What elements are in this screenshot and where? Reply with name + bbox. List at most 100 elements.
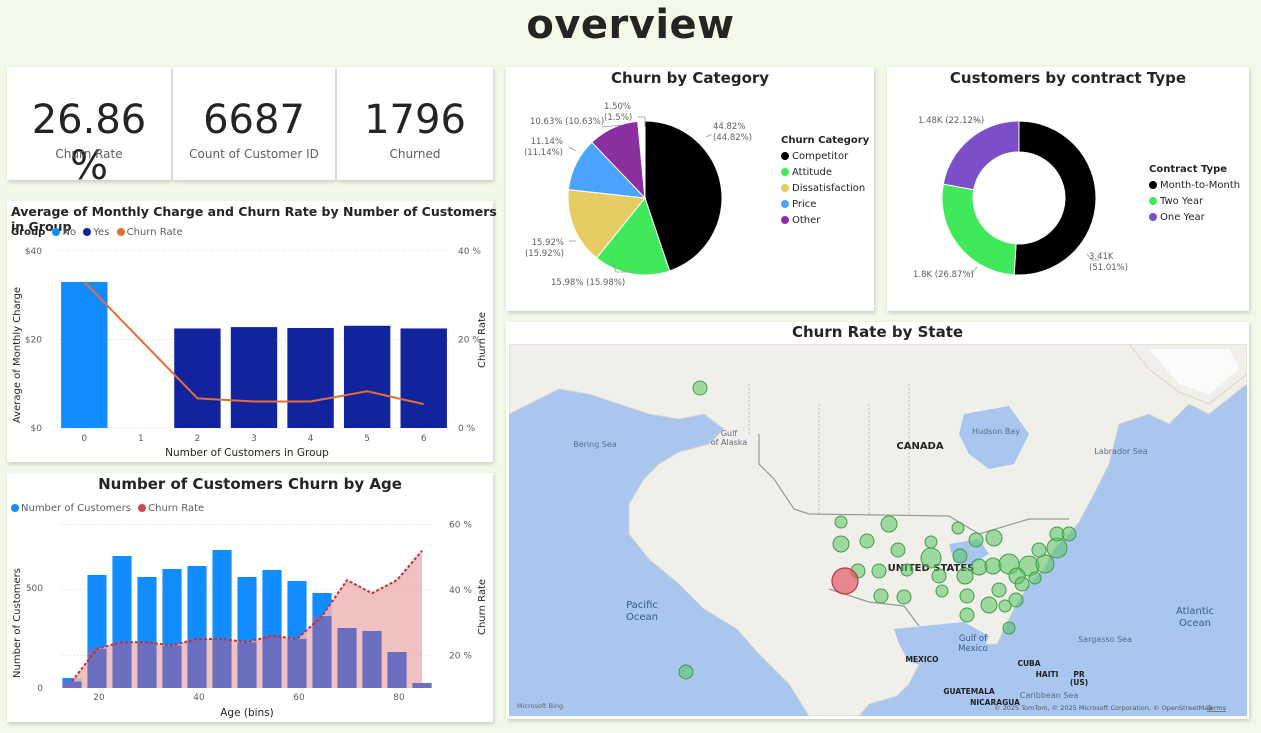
map-label-atlantic-ocean: Atlantic Ocean [1176,606,1214,629]
x-tick-label: 2 [195,434,201,444]
map-bubble [873,588,889,604]
churn-state-map-visual[interactable]: Churn Rate by State Bering Sea Gulf of Al… [506,322,1249,719]
map-bubble [935,584,949,598]
kpi-card-customer-count[interactable]: 6687 Count of Customer ID [173,67,335,180]
map-bubble [900,563,914,577]
x-axis-title: Age (bins) [220,707,274,719]
data-label: 3.41K (51.01%) [1089,252,1128,273]
data-label: 1.8K (26.87%) [913,270,974,280]
data-label: 11.14% (11.14%) [524,137,563,158]
kpi-label: Churn Rate [55,147,123,161]
legend-item-one-year[interactable]: One Year [1149,212,1240,223]
y2-tick-label: 60 % [449,521,472,531]
map-bubble-high-churn [831,567,859,595]
map-bubble [1002,621,1016,635]
y2-tick-label: 40 % [449,586,472,596]
bar-overlap [337,628,357,688]
y-tick-label: $40 [25,247,42,257]
map-bubble [1028,571,1042,585]
x-tick-label: 20 [93,693,105,703]
map-bubble [871,563,887,579]
data-label: 15.92% (15.92%) [525,238,564,259]
legend-item-attitude[interactable]: Attitude [781,167,869,178]
map-attribution: © 2025 TomTom, © 2025 Microsoft Corporat… [994,704,1212,712]
y2-axis-title: Churn Rate [477,312,488,368]
x-tick-label: 3 [251,434,257,444]
legend-item-month-to-month[interactable]: Month-to-Month [1149,180,1240,191]
legend-item-competitor[interactable]: Competitor [781,151,869,162]
bar-yes [230,327,278,428]
map-bubble [1061,526,1077,542]
kpi-card-churned[interactable]: 1796 Churned [337,67,493,180]
map-label-canada: CANADA [896,441,943,452]
kpi-card-churn-rate[interactable]: 26.86 % Churn Rate [7,67,171,189]
bar-overlap [162,645,182,688]
group-combo-chart-visual[interactable]: Average of Monthly Charge and Churn Rate… [7,201,497,462]
legend-title: Contract Type [1149,164,1228,175]
map-bubble [984,557,1002,575]
y-tick-label: $20 [25,336,42,346]
map-label-cuba: CUBA [1017,659,1040,668]
bar-yes [400,328,447,428]
y2-tick-label: 40 % [458,247,481,257]
chart-legend: Churn Category Competitor Attitude Dissa… [781,135,869,231]
kpi-value: 1796 [364,97,466,143]
legend-item-two-year[interactable]: Two Year [1149,196,1240,207]
bar-overlap [287,638,307,688]
data-label: 1.50% (1.5%) [604,102,632,123]
bar-overlap [212,638,232,688]
bar-overlap [362,631,382,688]
map-bubble [1014,576,1030,592]
map-bubble [678,664,694,680]
map-bubble [1031,542,1047,558]
legend-item-dissatisfaction[interactable]: Dissatisfaction [781,183,869,194]
x-tick-label: 80 [393,693,405,703]
x-axis-title: Number of Customers in Group [165,447,329,459]
age-chart: 500 0 60 % 40 % 20 % 20 40 60 80 Age (bins) Numb… [12,521,488,719]
x-tick-label: 0 [81,434,87,444]
legend-title: Churn Category [781,135,870,146]
age-chart-visual[interactable]: Number of Customers Churn by Age Number … [7,473,493,722]
map-bubble [959,588,975,604]
y-axis-title: Number of Customers [12,568,23,678]
bar-overlap [387,652,407,688]
map-bubble [1035,554,1055,574]
legend-item-price[interactable]: Price [781,199,869,210]
data-label: 44.82% (44.82%) [713,122,752,143]
map-label-guatemala: GUATEMALA [943,687,995,696]
bar-overlap [112,642,132,688]
bar-yes [287,327,334,428]
page-title: overview [526,2,735,48]
donut-slice-one-year [942,120,1020,191]
map-bubble [951,521,965,535]
bar-overlap [187,638,207,688]
map-label-haiti: HAITI [1036,670,1059,679]
map-label-labrador-sea: Labrador Sea [1094,447,1147,456]
map-label-pacific-ocean: Pacific Ocean [626,600,658,623]
x-tick-label: 1 [138,434,144,444]
x-tick-label: 4 [308,434,314,444]
donut-slice-month-to-month [1013,120,1097,276]
legend-item-other[interactable]: Other [781,215,869,226]
y-tick-label: $0 [31,424,43,434]
kpi-value: 6687 [203,97,305,143]
map-bubble [959,607,975,623]
map-bubble [859,533,875,549]
bar-no [61,281,108,428]
map-bubble [998,599,1012,613]
bar-overlap [412,683,432,688]
contract-type-donut-visual[interactable]: Customers by contract Type 3.41K (51.01%)… [887,67,1249,311]
map-label-mexico: MEXICO [905,655,938,664]
map-canvas[interactable]: Bering Sea Gulf of Alaska Hudson Bay Labr… [509,344,1247,716]
bar-overlap [137,642,157,688]
kpi-value: 26.86 % [31,97,147,189]
bar-overlap [237,642,257,688]
map-bubble [991,582,1007,598]
x-tick-label: 60 [293,693,305,703]
bar-yes [343,325,391,428]
data-label: 15.98% (15.98%) [551,278,625,288]
bar-yes [174,328,221,428]
y2-tick-label: 0 % [458,424,476,434]
y-tick-label: 500 [26,584,43,594]
churn-category-pie-visual[interactable]: Churn by Category 44.82% (44.82%) 15.98% (… [506,67,874,311]
